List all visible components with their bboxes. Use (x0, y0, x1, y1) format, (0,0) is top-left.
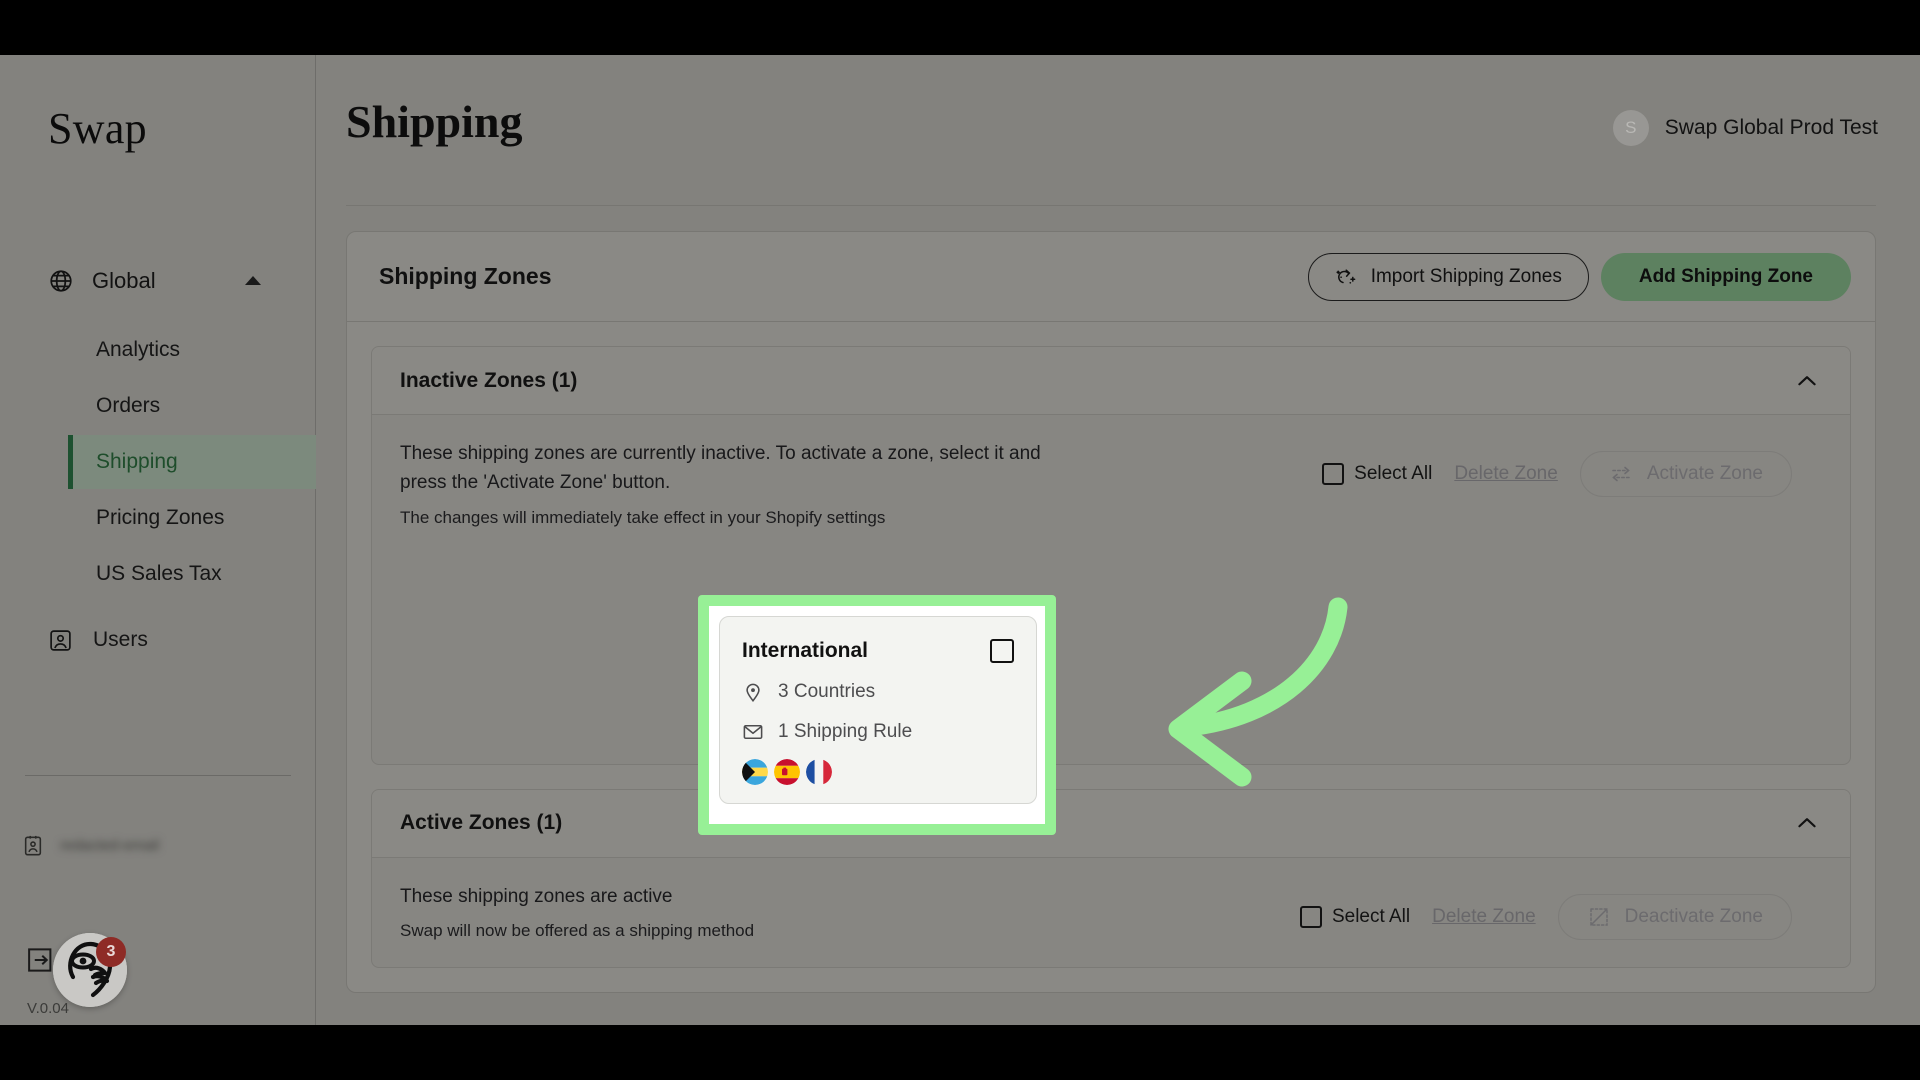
sidebar: Swap Global Analytics Orders Shipping Pr… (0, 55, 316, 1025)
deactivate-zone-button[interactable]: Deactivate Zone (1557, 893, 1792, 940)
map-pin-icon (742, 681, 764, 703)
inactive-zones-description: These shipping zones are currently inact… (400, 439, 1060, 528)
app-viewport: Swap Global Analytics Orders Shipping Pr… (0, 55, 1920, 1025)
globe-icon (48, 268, 74, 294)
import-shipping-zones-button[interactable]: Import Shipping Zones (1307, 252, 1589, 301)
inactive-description-primary: These shipping zones are currently inact… (400, 443, 1041, 494)
sidebar-item-us-sales-tax[interactable]: US Sales Tax (68, 547, 316, 601)
sidebar-item-label: US Sales Tax (96, 562, 222, 585)
panel-header: Shipping Zones Import Shipping Zones Add… (347, 232, 1875, 322)
flag-bahamas (742, 759, 768, 785)
contact-card-icon (22, 835, 44, 857)
sidebar-group-global[interactable]: Global (48, 268, 296, 294)
active-zones-title: Active Zones (1) (400, 811, 563, 835)
sidebar-item-orders[interactable]: Orders (68, 379, 316, 433)
app-version: V.0.04 (27, 1000, 69, 1017)
checkbox-icon[interactable] (1299, 905, 1322, 928)
main-content: Shipping S Swap Global Prod Test Shippin… (316, 55, 1920, 1025)
user-card-icon (48, 628, 73, 653)
panel-header-actions: Import Shipping Zones Add Shipping Zone (1307, 252, 1851, 301)
active-delete-zone-link[interactable]: Delete Zone (1432, 906, 1536, 928)
screenshot-frame: Swap Global Analytics Orders Shipping Pr… (0, 0, 1920, 1080)
import-shipping-zones-label: Import Shipping Zones (1370, 265, 1562, 287)
active-zones-description: These shipping zones are active Swap wil… (400, 882, 754, 941)
active-zones-section: Active Zones (1) These shipping zones ar… (371, 788, 1851, 969)
zone-card-title-row: International (742, 639, 1014, 663)
inactive-select-all-label: Select All (1354, 463, 1433, 484)
active-zones-actions: Select All Delete Zone Deactivate Zone (1299, 882, 1822, 940)
active-select-all[interactable]: Select All (1299, 905, 1411, 928)
transfer-arrows-icon (1609, 462, 1633, 486)
logout-icon[interactable] (26, 945, 56, 975)
active-select-all-label: Select All (1331, 905, 1411, 927)
chevron-up-icon[interactable] (245, 276, 261, 285)
active-zones-header[interactable]: Active Zones (1) (372, 789, 1850, 858)
sidebar-item-label: Orders (96, 394, 161, 417)
add-shipping-zone-button[interactable]: Add Shipping Zone (1600, 252, 1851, 301)
header-divider (346, 205, 1876, 206)
sidebar-item-label: Users (93, 628, 148, 651)
sidebar-item-label: Shipping (96, 450, 178, 473)
zone-card-countries-label: 3 Countries (778, 681, 876, 702)
page-title: Shipping (346, 96, 523, 147)
inactive-select-all[interactable]: Select All (1322, 463, 1432, 485)
notification-badge: 3 (96, 937, 126, 967)
topbar-user[interactable]: S Swap Global Prod Test (1612, 110, 1878, 146)
sidebar-item-analytics[interactable]: Analytics (68, 323, 316, 377)
sidebar-item-shipping[interactable]: Shipping (68, 435, 316, 489)
inactive-zones-actions: Select All Delete Zone Activate Zone (1322, 439, 1822, 497)
avatar: S (1612, 110, 1649, 146)
annotation-highlight-box: International 3 Countries 1 Shipping Rul… (698, 595, 1056, 835)
sidebar-item-pricing-zones[interactable]: Pricing Zones (68, 491, 316, 545)
brand-logo[interactable]: Swap (48, 103, 147, 154)
active-zones-body-top: These shipping zones are active Swap wil… (400, 882, 1822, 941)
activate-zone-button[interactable]: Activate Zone (1579, 451, 1792, 497)
checkbox-icon[interactable] (1322, 463, 1345, 485)
active-description-secondary: Swap will now be offered as a shipping m… (400, 921, 755, 941)
inactive-description-secondary: The changes will immediately take effect… (400, 507, 886, 527)
account-email: redacted-email (60, 837, 160, 854)
inactive-zones-body-top: These shipping zones are currently inact… (400, 439, 1822, 528)
active-description-primary: These shipping zones are active (400, 885, 673, 907)
sidebar-item-label: Pricing Zones (96, 506, 225, 529)
zone-card-checkbox[interactable] (990, 639, 1014, 663)
annotation-arrow (1066, 585, 1366, 795)
inactive-zones-header[interactable]: Inactive Zones (1) (372, 347, 1850, 415)
flag-spain (774, 759, 800, 785)
flag-france (806, 759, 832, 785)
zone-card-title: International (742, 639, 869, 662)
sidebar-item-label: Analytics (96, 338, 181, 361)
activate-zone-label: Activate Zone (1646, 463, 1763, 484)
chevron-up-icon[interactable] (1794, 368, 1820, 394)
magic-import-icon (1335, 265, 1359, 289)
sidebar-divider (25, 775, 291, 776)
chevron-up-icon[interactable] (1794, 810, 1820, 836)
sidebar-group-label: Global (92, 268, 156, 293)
zone-card-countries: 3 Countries (742, 681, 1014, 703)
deactivate-zone-label: Deactivate Zone (1624, 905, 1763, 927)
panel-title: Shipping Zones (379, 263, 552, 289)
account-name: Swap Global Prod Test (1664, 116, 1878, 139)
sidebar-item-users[interactable]: Users (26, 615, 316, 665)
envelope-icon (742, 721, 764, 743)
zone-card-rules-label: 1 Shipping Rule (778, 721, 913, 742)
disabled-box-icon (1587, 905, 1611, 929)
zone-card-flags (742, 759, 1014, 785)
inactive-zones-title: Inactive Zones (1) (400, 368, 578, 392)
inactive-delete-zone-link[interactable]: Delete Zone (1454, 463, 1558, 485)
active-zones-body: These shipping zones are active Swap wil… (372, 858, 1850, 967)
sidebar-account[interactable]: redacted-email (22, 835, 302, 857)
zone-card-rules: 1 Shipping Rule (742, 721, 1014, 743)
zone-card-international[interactable]: International 3 Countries 1 Shipping Rul… (719, 616, 1037, 804)
